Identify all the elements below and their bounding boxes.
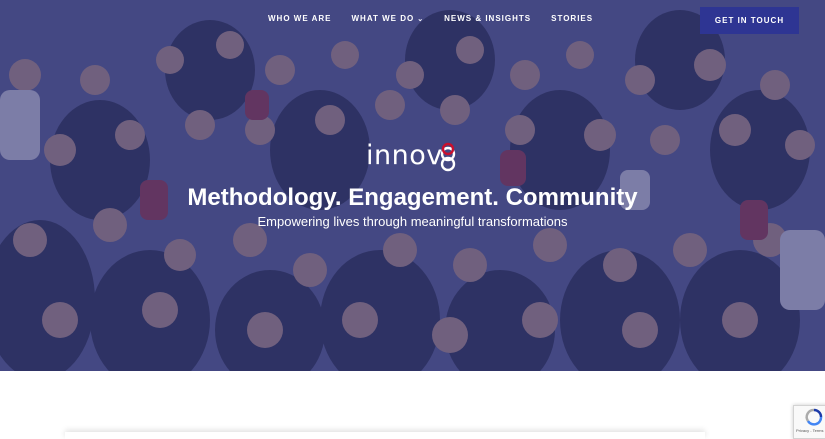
- logo-figure8-icon: [440, 142, 456, 172]
- nav-stories[interactable]: STORIES: [551, 14, 593, 23]
- hero-headline: Methodology. Engagement. Community: [187, 184, 638, 211]
- recaptcha-privacy-terms[interactable]: Privacy - Terms: [796, 428, 823, 433]
- nav-what-we-do-label: WHAT WE DO: [351, 14, 415, 23]
- content-card: [65, 432, 705, 439]
- content-section: [0, 371, 825, 439]
- nav-who-we-are[interactable]: WHO WE ARE: [268, 14, 331, 23]
- top-navigation: WHO WE ARE WHAT WE DO ⌄ NEWS & INSIGHTS S…: [0, 0, 825, 40]
- chevron-down-icon: ⌄: [417, 16, 425, 23]
- hero-subheadline: Empowering lives through meaningful tran…: [257, 214, 568, 229]
- nav-links: WHO WE ARE WHAT WE DO ⌄ NEWS & INSIGHTS S…: [268, 14, 613, 23]
- innovo-logo[interactable]: innov: [366, 140, 466, 176]
- logo-wordmark: innov: [366, 140, 443, 171]
- recaptcha-badge[interactable]: Privacy - Terms: [793, 405, 825, 439]
- get-in-touch-button[interactable]: GET IN TOUCH: [700, 7, 799, 34]
- recaptcha-icon: [805, 408, 823, 426]
- nav-what-we-do[interactable]: WHAT WE DO ⌄: [351, 14, 424, 23]
- nav-news-insights[interactable]: NEWS & INSIGHTS: [444, 14, 531, 23]
- hero-section: WHO WE ARE WHAT WE DO ⌄ NEWS & INSIGHTS S…: [0, 0, 825, 371]
